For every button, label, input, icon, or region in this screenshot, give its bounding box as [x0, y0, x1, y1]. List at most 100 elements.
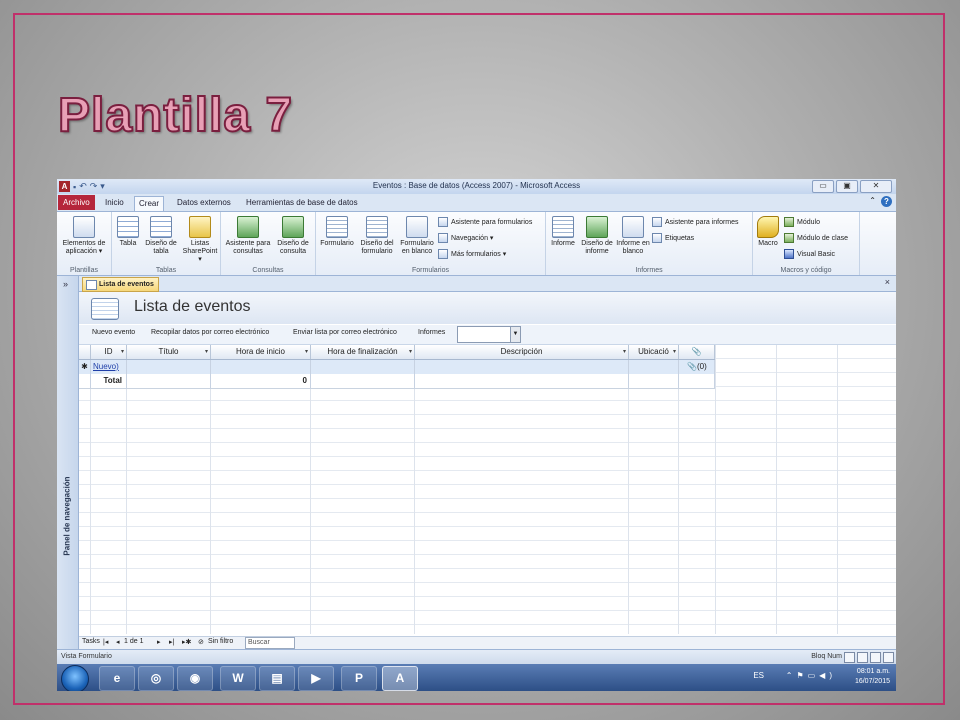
navigation-pane[interactable]: » Panel de navegación — [57, 276, 79, 649]
table-design-label: Diseño de tabla — [145, 240, 177, 255]
media-player-icon[interactable]: ▶ — [298, 666, 334, 691]
record-position[interactable]: 1 de 1 — [124, 638, 143, 645]
search-input[interactable]: Buscar — [245, 637, 295, 649]
first-record-button[interactable]: |◂ — [103, 638, 108, 646]
total-attachments-cell[interactable] — [679, 374, 715, 388]
column-header-id[interactable]: ID ▾ — [91, 345, 127, 359]
total-titulo-cell[interactable] — [127, 374, 211, 388]
table-row-new[interactable]: ✱ Nuevo) 📎(0) — [79, 360, 715, 374]
column-header-descripcion[interactable]: Descripción ▾ — [415, 345, 629, 359]
close-window-button[interactable]: ✕ — [860, 180, 892, 193]
more-forms-button[interactable]: Más formularios ▾ — [438, 249, 506, 259]
close-doc-icon[interactable]: × — [885, 277, 890, 287]
blank-report-button[interactable]: Informe en blanco — [616, 216, 650, 256]
column-header-attachments[interactable]: 📎 — [679, 345, 715, 359]
form-button[interactable]: Formulario — [318, 216, 356, 248]
collect-email-link[interactable]: Recopilar datos por correo electrónico — [151, 329, 269, 336]
filter-icon[interactable]: ⊘ — [198, 638, 204, 646]
word-icon[interactable]: W — [220, 666, 256, 691]
chevron-down-icon[interactable]: ▼ — [510, 327, 520, 342]
query-wizard-button[interactable]: Asistente para consultas — [224, 216, 272, 256]
clock[interactable]: 08:01 a.m. 16/07/2015 — [855, 667, 890, 687]
table-design-button[interactable]: Diseño de tabla — [143, 216, 179, 256]
new-event-link[interactable]: Nuevo evento — [92, 329, 135, 336]
total-ubicacion-cell[interactable] — [629, 374, 679, 388]
tabla-button[interactable]: Tabla — [115, 216, 141, 248]
total-hora-fin-cell[interactable] — [311, 374, 415, 388]
hora-inicio-cell[interactable] — [211, 360, 311, 374]
total-hora-inicio-cell[interactable]: 0 — [211, 374, 311, 388]
column-header-ubicacion[interactable]: Ubicació ▾ — [629, 345, 679, 359]
filter-status[interactable]: Sin filtro — [208, 638, 233, 645]
select-all-corner[interactable] — [79, 345, 91, 359]
form-view-icon[interactable] — [844, 652, 855, 663]
chevron-down-icon[interactable]: ▾ — [673, 345, 676, 359]
query-design-button[interactable]: Diseño de consulta — [273, 216, 313, 256]
attachments-cell[interactable]: 📎(0) — [679, 360, 715, 374]
form-wizard-button[interactable]: Asistente para formularios — [438, 217, 532, 227]
maximize-button[interactable]: ▣ — [836, 180, 858, 193]
next-record-button[interactable]: ▸ — [157, 638, 161, 646]
total-descripcion-cell[interactable] — [415, 374, 629, 388]
hora-fin-cell[interactable] — [311, 360, 415, 374]
design-view-icon[interactable] — [883, 652, 894, 663]
report-button[interactable]: Informe — [548, 216, 578, 248]
descripcion-cell[interactable] — [415, 360, 629, 374]
form-design-button[interactable]: Diseño del formulario — [357, 216, 397, 256]
powerpoint-icon[interactable]: P — [341, 666, 377, 691]
macro-label: Macro — [758, 240, 778, 247]
minimize-button[interactable]: ▭ — [812, 180, 834, 193]
explorer-icon[interactable]: ▤ — [259, 666, 295, 691]
column-header-titulo[interactable]: Título ▾ — [127, 345, 211, 359]
titulo-cell[interactable] — [127, 360, 211, 374]
report-wizard-button[interactable]: Asistente para informes — [652, 217, 739, 227]
labels-button[interactable]: Etiquetas — [652, 233, 694, 243]
firefox-icon[interactable]: ◉ — [177, 666, 213, 691]
column-header-hora-fin[interactable]: Hora de finalización ▾ — [311, 345, 415, 359]
expand-nav-pane-icon[interactable]: » — [63, 279, 68, 289]
column-header-hora-inicio[interactable]: Hora de inicio ▾ — [211, 345, 311, 359]
language-indicator[interactable]: ES — [753, 671, 764, 680]
datasheet-view-icon[interactable] — [857, 652, 868, 663]
layout-view-icon[interactable] — [870, 652, 881, 663]
chrome-icon[interactable]: ◎ — [138, 666, 174, 691]
tab-inicio[interactable]: Inicio — [101, 196, 128, 210]
tab-herramientas-bd[interactable]: Herramientas de base de datos — [242, 196, 362, 210]
visual-basic-label: Visual Basic — [797, 250, 836, 258]
chevron-down-icon[interactable]: ▾ — [409, 345, 412, 359]
send-list-link[interactable]: Enviar lista por correo electrónico — [293, 329, 397, 336]
chevron-down-icon[interactable]: ▾ — [121, 345, 124, 359]
column-header-ubicacion-label: Ubicació — [638, 347, 669, 356]
visual-basic-button[interactable]: Visual Basic — [784, 249, 835, 259]
app-parts-button[interactable]: Elementos de aplicación ▾ — [60, 216, 108, 256]
app-parts-icon — [73, 216, 95, 238]
new-record-button[interactable]: ▸✱ — [182, 638, 191, 646]
tab-crear[interactable]: Crear — [134, 196, 165, 211]
macro-button[interactable]: Macro — [755, 216, 781, 248]
ubicacion-cell[interactable] — [629, 360, 679, 374]
last-record-button[interactable]: ▸| — [169, 638, 174, 646]
blank-form-button[interactable]: Formulario en blanco — [398, 216, 436, 256]
chevron-down-icon[interactable]: ▾ — [305, 345, 308, 359]
module-button[interactable]: Módulo — [784, 217, 820, 227]
doc-tab-lista-eventos[interactable]: Lista de eventos — [82, 277, 159, 292]
new-record-id-cell[interactable]: Nuevo) — [91, 360, 127, 374]
ribbon-right-controls: ⌃ ? — [869, 196, 892, 207]
tray-icons[interactable]: ⌃⚑▭◀) — [786, 671, 836, 680]
chevron-down-icon[interactable]: ▾ — [623, 345, 626, 359]
report-design-button[interactable]: Diseño de informe — [579, 216, 615, 256]
ie-icon[interactable]: e — [99, 666, 135, 691]
sharepoint-lists-button[interactable]: Listas SharePoint ▾ — [181, 216, 219, 264]
tab-archivo[interactable]: Archivo — [58, 195, 95, 210]
tab-datos-externos[interactable]: Datos externos — [173, 196, 235, 210]
reports-combo[interactable]: ▼ — [457, 326, 521, 343]
access-icon[interactable]: A — [382, 666, 418, 691]
help-icon[interactable]: ? — [881, 196, 892, 207]
navigation-button[interactable]: Navegación ▾ — [438, 233, 493, 243]
form-icon — [326, 216, 348, 238]
prev-record-button[interactable]: ◂ — [116, 638, 120, 646]
minimize-ribbon-icon[interactable]: ⌃ — [869, 196, 876, 207]
chevron-down-icon[interactable]: ▾ — [205, 345, 208, 359]
class-module-button[interactable]: Módulo de clase — [784, 233, 848, 243]
start-button[interactable] — [61, 665, 89, 691]
